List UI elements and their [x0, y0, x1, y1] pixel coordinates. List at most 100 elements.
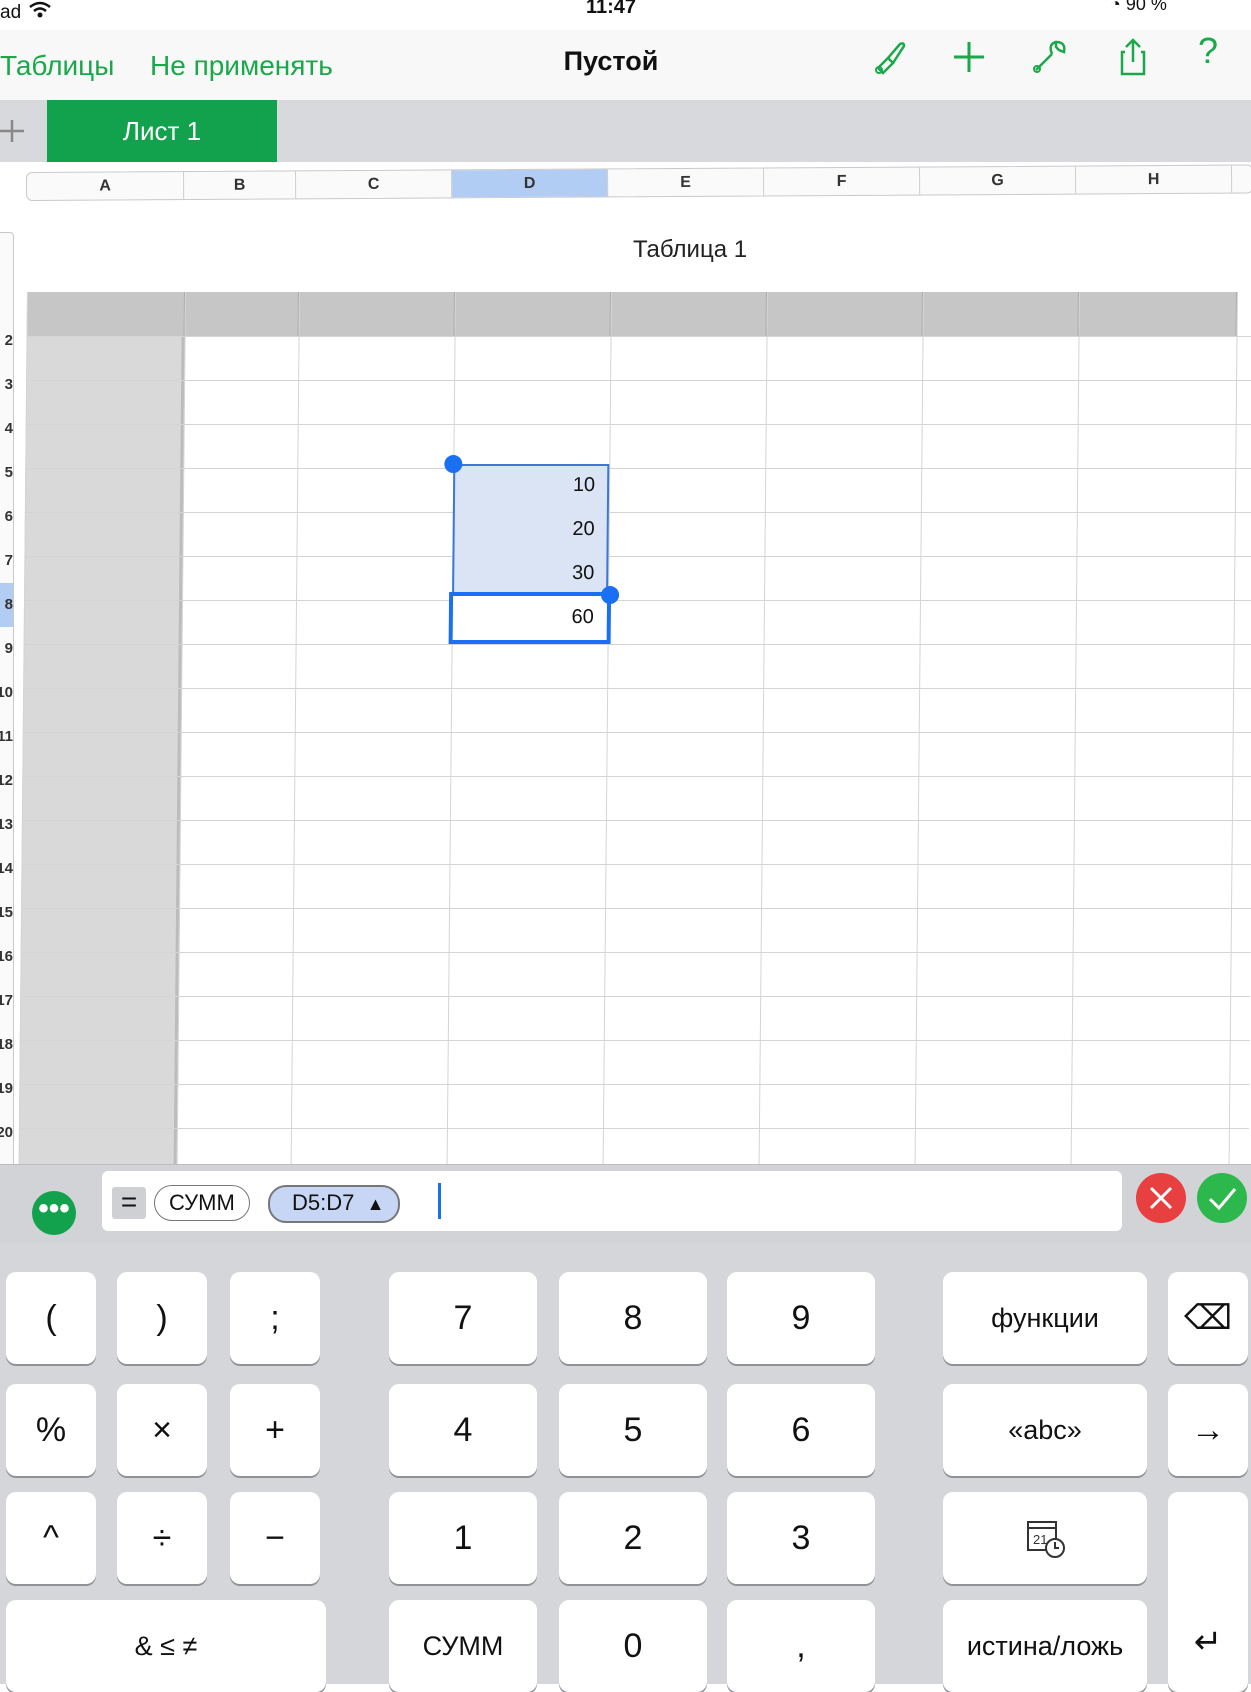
key-divide[interactable]: ÷	[117, 1492, 207, 1584]
key-text[interactable]: «abc»	[943, 1384, 1147, 1476]
help-icon[interactable]: ?	[1198, 30, 1218, 72]
header-row-cell[interactable]	[298, 292, 455, 337]
row-header-5[interactable]: 5	[0, 451, 13, 495]
row-header-8[interactable]: 8	[0, 583, 13, 627]
header-column[interactable]	[17, 336, 185, 1238]
key-operators[interactable]: & ≤ ≠	[6, 1600, 326, 1692]
column-header-g[interactable]: G	[919, 166, 1077, 195]
row-header-14[interactable]: 14	[0, 847, 13, 891]
column-header-c[interactable]: C	[296, 170, 453, 199]
grid-row-line	[24, 556, 1251, 558]
plus-icon[interactable]	[946, 34, 992, 80]
key-power[interactable]: ^	[6, 1492, 96, 1584]
column-header-d[interactable]: D	[451, 169, 609, 198]
header-row-cell[interactable]	[26, 292, 185, 337]
row-header-17[interactable]: 17	[0, 979, 13, 1023]
more-options-button[interactable]: •••	[32, 1191, 76, 1235]
column-header-f[interactable]: F	[763, 167, 921, 196]
formula-input[interactable]: = СУММ D5:D7 ▲	[102, 1171, 1122, 1231]
table-grid[interactable]: 10 20 30 60	[17, 292, 1251, 1238]
header-row-cell[interactable]	[766, 292, 923, 337]
grid-column-line	[1069, 292, 1080, 1238]
equals-sign: =	[112, 1187, 146, 1219]
row-header-20[interactable]: 20	[0, 1111, 13, 1155]
key-functions[interactable]: функции	[943, 1272, 1147, 1364]
row-header-18[interactable]: 18	[0, 1023, 13, 1067]
key-4[interactable]: 4	[389, 1384, 537, 1476]
row-header-3[interactable]: 3	[0, 363, 13, 407]
cell-d7[interactable]: 30	[452, 562, 594, 585]
column-header-e[interactable]: E	[607, 168, 765, 197]
row-header-7[interactable]: 7	[0, 539, 13, 583]
wrench-icon[interactable]	[1026, 34, 1072, 80]
calendar-icon: 21	[1027, 1521, 1065, 1558]
row-header-12[interactable]: 12	[0, 759, 13, 803]
row-header-2[interactable]: 2	[0, 319, 13, 363]
table-title[interactable]: Таблица 1	[0, 236, 1251, 264]
svg-text:21: 21	[1033, 1532, 1047, 1547]
key-open-paren[interactable]: (	[6, 1272, 96, 1364]
header-row-cell[interactable]	[184, 292, 299, 337]
tab-sheet-1[interactable]: Лист 1	[47, 100, 277, 162]
grid-row-line	[21, 864, 1251, 866]
grid-row-line	[19, 1084, 1250, 1086]
key-8[interactable]: 8	[559, 1272, 707, 1364]
cell-d5[interactable]: 10	[453, 474, 595, 497]
row-header-10[interactable]: 10	[0, 671, 13, 715]
function-token[interactable]: СУММ	[154, 1185, 250, 1221]
selection-handle-top[interactable]	[444, 455, 463, 474]
key-true-false[interactable]: истина/ложь	[943, 1600, 1147, 1692]
column-header-a[interactable]: A	[27, 172, 185, 200]
row-header-13[interactable]: 13	[0, 803, 13, 847]
header-row-cell[interactable]	[922, 292, 1079, 337]
column-header-h[interactable]: H	[1075, 165, 1233, 194]
key-close-paren[interactable]: )	[117, 1272, 207, 1364]
header-row-cell[interactable]	[610, 292, 767, 337]
key-comma[interactable]: ,	[727, 1600, 875, 1692]
column-header-b[interactable]: B	[184, 171, 297, 200]
return-icon[interactable]: ↵	[1168, 1492, 1248, 1692]
key-plus[interactable]: +	[230, 1384, 320, 1476]
add-sheet-button[interactable]	[0, 108, 26, 154]
key-percent[interactable]: %	[6, 1384, 96, 1476]
key-minus[interactable]: −	[230, 1492, 320, 1584]
grid-row-line	[23, 688, 1251, 690]
key-2[interactable]: 2	[559, 1492, 707, 1584]
cell-d8[interactable]: 60	[452, 606, 593, 629]
key-3[interactable]: 3	[727, 1492, 875, 1584]
key-next[interactable]: →	[1168, 1384, 1248, 1476]
delete-icon[interactable]: ⌫	[1168, 1272, 1248, 1364]
grid-column-line	[445, 292, 456, 1238]
row-header-4[interactable]: 4	[0, 407, 13, 451]
key-semicolon[interactable]: ;	[230, 1272, 320, 1364]
grid-row-line	[21, 908, 1251, 910]
key-multiply[interactable]: ×	[117, 1384, 207, 1476]
argument-menu-icon[interactable]: ▲	[367, 1194, 385, 1214]
function-name: СУММ	[169, 1190, 235, 1215]
row-header-19[interactable]: 19	[0, 1067, 13, 1111]
key-7[interactable]: 7	[389, 1272, 537, 1364]
row-header-6[interactable]: 6	[0, 495, 13, 539]
calendar-icon[interactable]: 21	[943, 1492, 1147, 1584]
argument-token[interactable]: D5:D7 ▲	[268, 1185, 401, 1223]
row-header-15[interactable]: 15	[0, 891, 13, 935]
share-icon[interactable]	[1110, 34, 1156, 80]
grid-column-line	[1227, 292, 1238, 1238]
key-6[interactable]: 6	[727, 1384, 875, 1476]
row-header-9[interactable]: 9	[0, 627, 13, 671]
paintbrush-icon[interactable]	[866, 34, 912, 80]
key-1[interactable]: 1	[389, 1492, 537, 1584]
selection-handle-bottom[interactable]	[600, 586, 620, 605]
cell-d6[interactable]: 20	[453, 518, 594, 541]
spreadsheet-canvas[interactable]: ABCDEFGH Таблица 1 234567891011121314151…	[0, 162, 1251, 1238]
header-row-cell[interactable]	[454, 292, 611, 337]
cancel-formula-button[interactable]	[1136, 1173, 1186, 1223]
key-sum[interactable]: СУММ	[389, 1600, 537, 1692]
key-5[interactable]: 5	[559, 1384, 707, 1476]
row-header-11[interactable]: 11	[0, 715, 13, 759]
row-header-16[interactable]: 16	[0, 935, 13, 979]
accept-formula-button[interactable]	[1197, 1173, 1247, 1223]
key-0[interactable]: 0	[559, 1600, 707, 1692]
header-row-cell[interactable]	[1078, 292, 1237, 337]
key-9[interactable]: 9	[727, 1272, 875, 1364]
